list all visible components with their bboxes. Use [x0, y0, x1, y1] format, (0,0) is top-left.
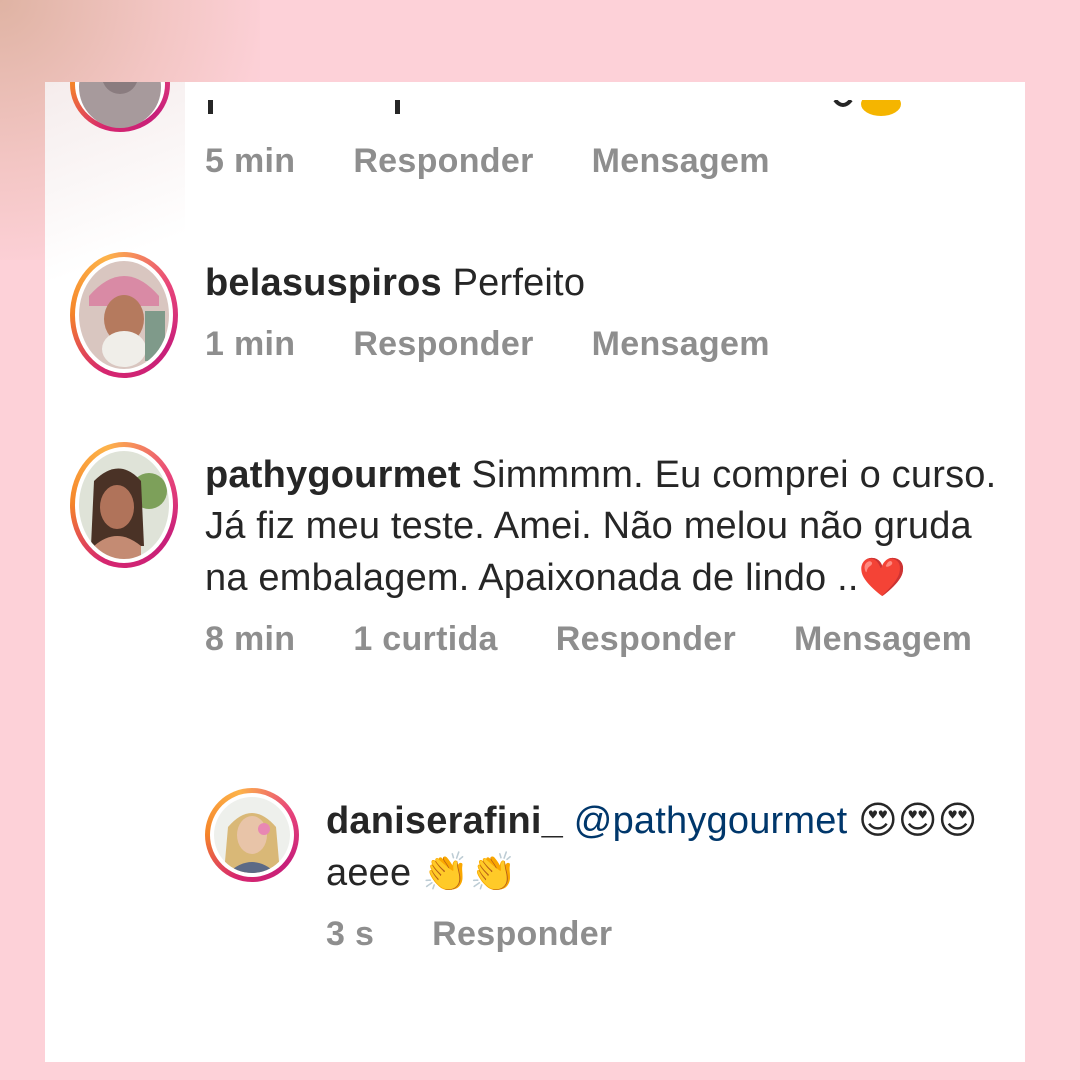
comment-meta: 8 min 1 curtida Responder Mensagem — [205, 620, 997, 659]
comment-time: 8 min — [205, 620, 296, 658]
reply-time: 3 s — [326, 915, 375, 953]
message-button[interactable]: Mensagem — [794, 620, 972, 659]
heart-eyes-emoji: 😍😍😍 — [858, 798, 978, 842]
avatar-photo — [79, 261, 169, 369]
avatar-photo — [79, 82, 161, 128]
reply-meta: 3 s Responder — [326, 915, 997, 954]
avatar-pathygourmet[interactable] — [70, 442, 178, 568]
comment-username[interactable]: pathygourmet — [205, 454, 461, 496]
reply-mention[interactable]: @pathygourmet — [574, 800, 848, 842]
message-button[interactable]: Mensagem — [592, 325, 770, 364]
reply-body: daniserafini_ @pathygourmet 😍😍😍 aeee 👏👏 — [326, 795, 997, 899]
reply-username[interactable]: daniserafini_ — [326, 800, 563, 842]
comment-belasuspiros: belasuspiros Perfeito 1 min Responder Me… — [205, 258, 997, 364]
comment-1: 5 min Responder Mensagem — [205, 126, 997, 181]
reply-button[interactable]: Responder — [353, 325, 533, 364]
cropped-text-fragment — [208, 100, 901, 116]
avatar-photo — [214, 797, 290, 873]
comment-meta: 1 min Responder Mensagem — [205, 325, 997, 364]
comment-meta: 5 min Responder Mensagem — [205, 142, 997, 181]
comment-body: pathygourmet Simmmm. Eu comprei o curso.… — [205, 450, 997, 604]
avatar-daniserafini[interactable] — [205, 788, 299, 882]
heart-emoji: ❤️ — [858, 555, 907, 599]
avatar-belasuspiros[interactable] — [70, 252, 178, 378]
reply-button[interactable]: Responder — [353, 142, 533, 181]
comment-time: 5 min — [205, 142, 296, 180]
comment-text: Perfeito — [452, 262, 586, 304]
reply-button[interactable]: Responder — [432, 915, 612, 954]
reply-daniserafini: daniserafini_ @pathygourmet 😍😍😍 aeee 👏👏 … — [326, 795, 997, 954]
likes-count[interactable]: 1 curtida — [353, 620, 497, 659]
comment-pathygourmet: pathygourmet Simmmm. Eu comprei o curso.… — [205, 450, 997, 659]
reply-text: aeee — [326, 852, 412, 894]
comment-body: belasuspiros Perfeito — [205, 258, 997, 309]
message-button[interactable]: Mensagem — [592, 142, 770, 181]
reply-button[interactable]: Responder — [556, 620, 736, 659]
comments-card: 5 min Responder Mensagem belasuspiros Pe… — [45, 82, 1025, 1062]
comment-time: 1 min — [205, 325, 296, 363]
comment-username[interactable]: belasuspiros — [205, 262, 442, 304]
avatar-photo — [79, 451, 169, 559]
clapping-hands-emoji: 👏👏 — [422, 850, 518, 894]
